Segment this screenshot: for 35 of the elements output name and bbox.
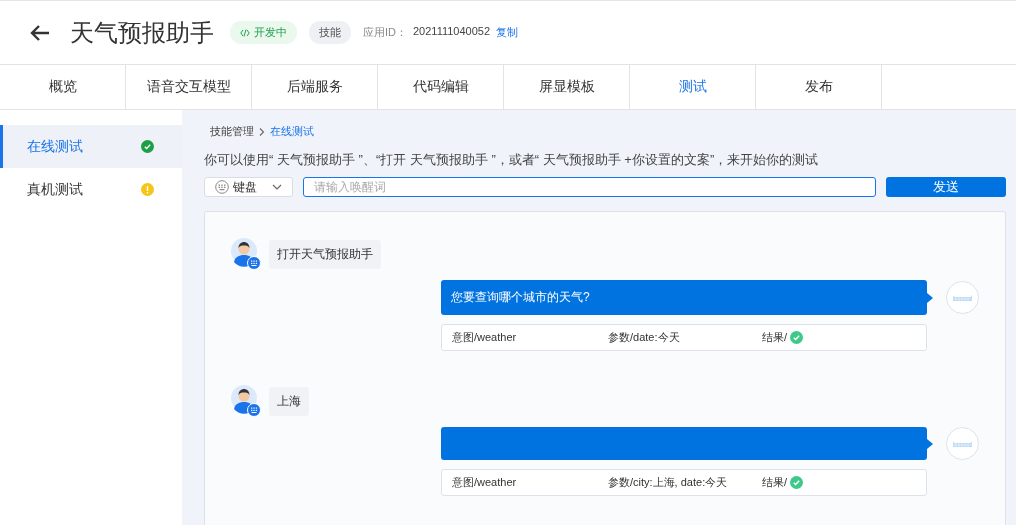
caret-icon (272, 184, 282, 190)
type-badge: 技能 (309, 21, 351, 44)
app-id-value: 2021111040052 (413, 25, 491, 39)
breadcrumb-link[interactable]: 在线测试 (270, 124, 314, 139)
user-message: 打开天气预报助手 (269, 240, 381, 269)
wake-word-field[interactable]: 请输入唤醒词 (303, 177, 876, 197)
code-icon (240, 28, 250, 37)
user-avatar-icon (231, 385, 261, 417)
params-text: 参数/date:今天 (608, 330, 681, 345)
sidebar-item[interactable]: 在线测试 (0, 125, 182, 168)
instruction-text: 你可以使用“ 天气预报助手 ”、“打开 天气预报助手 ”，或者“ 天气预报助手 +你设置的文案”，来开始你的测试 (204, 151, 820, 169)
user-message: 上海 (269, 387, 309, 416)
intent-text: 意图/weather (452, 330, 518, 345)
bubble-tail-icon (927, 438, 934, 449)
copy-link[interactable]: 复制 (496, 25, 519, 40)
user-avatar-icon (231, 238, 261, 270)
bubble-tail-icon (927, 292, 934, 303)
keyboard-icon (215, 180, 229, 194)
send-button[interactable]: 发送 (886, 177, 1006, 197)
input-mode-dropdown[interactable]: 键盘 (204, 177, 293, 197)
params-text: 参数/city:上海, date:今天 (608, 475, 729, 490)
bot-avatar-icon (946, 281, 979, 314)
warning-icon (141, 183, 154, 196)
bot-avatar-icon (946, 427, 979, 460)
result-label: 结果/ (762, 475, 788, 490)
status-text: 开发中 (254, 25, 287, 40)
sidebar-item[interactable]: 真机测试 (0, 168, 182, 211)
page-title: 天气预报助手 (70, 17, 214, 48)
app-id-label: 应用ID： (363, 25, 407, 40)
result-label: 结果/ (762, 330, 788, 345)
intent-text: 意图/weather (452, 475, 518, 490)
bot-message: 您要查询哪个城市的天气? (441, 280, 927, 315)
chevron-icon (259, 127, 265, 136)
breadcrumb-link[interactable]: 技能管理 (210, 124, 254, 139)
check-icon (141, 140, 154, 153)
